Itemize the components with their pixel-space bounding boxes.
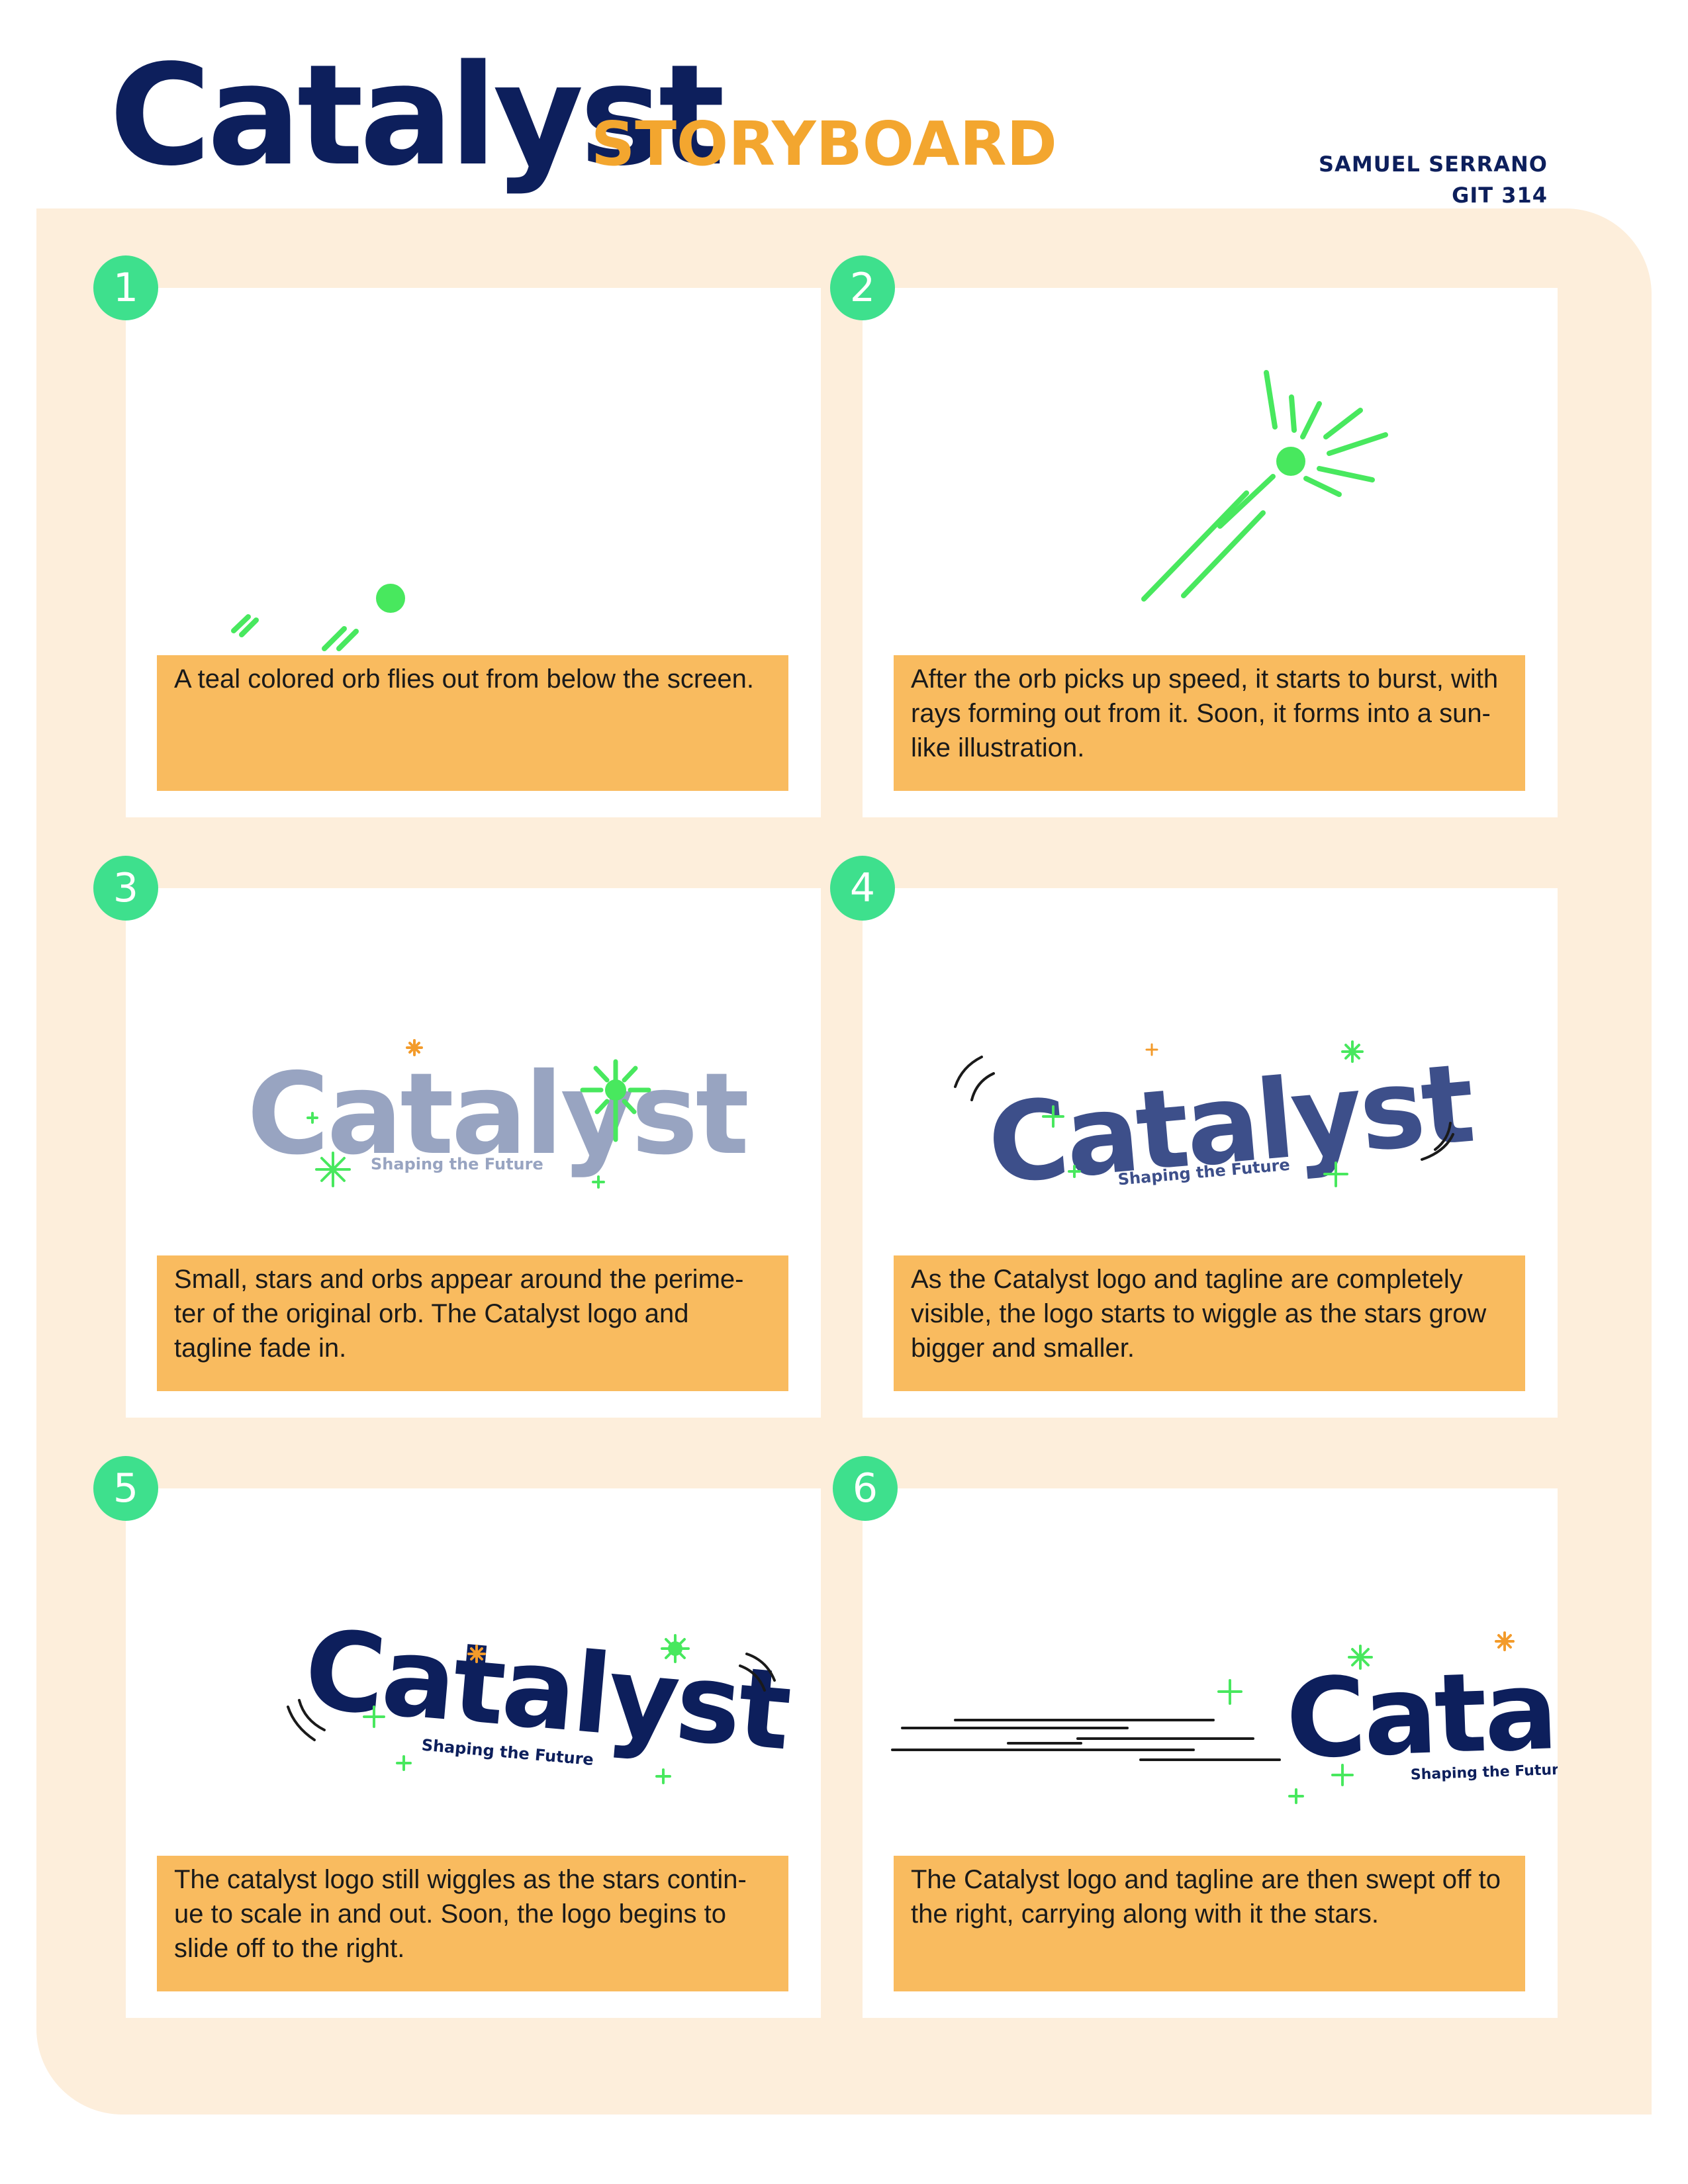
panel-6: Catal Shaping the Future The Catalyst lo… <box>863 1488 1558 2018</box>
panel-4: Catalyst Shaping the Future As the Catal… <box>863 888 1558 1418</box>
panel-2: After the orb picks up speed, it starts … <box>863 288 1558 817</box>
orb <box>376 584 405 613</box>
panel-6-number-badge: 6 <box>833 1456 898 1521</box>
motion-lines <box>891 1719 1281 1761</box>
panel-5: Catalyst Shaping the Future The catalyst… <box>126 1488 821 2018</box>
panel-5-number-badge: 5 <box>93 1456 158 1521</box>
star-orange-icon <box>467 1645 486 1663</box>
panel-5-caption: The catalyst logo still wiggles as the s… <box>157 1856 788 1991</box>
logo-wordmark-partial: Catal <box>1284 1645 1558 1783</box>
star-orange-icon <box>406 1039 423 1056</box>
sun-orb <box>605 1079 626 1101</box>
panel-3-number-badge: 3 <box>93 856 158 921</box>
page-subtitle: STORYBOARD <box>591 109 1057 179</box>
star-orange-icon <box>1145 1043 1158 1056</box>
author-name: SAMUEL SERRANO <box>1319 152 1548 177</box>
panel-1-number-badge: 1 <box>93 255 158 320</box>
panel-3-caption: Small, stars and orbs appear around the … <box>157 1255 788 1391</box>
star-orange-icon <box>1495 1631 1515 1651</box>
panel-4-number-badge: 4 <box>830 856 895 921</box>
panel-6-caption: The Catalyst logo and tagline are then s… <box>894 1856 1525 1991</box>
orb-trail <box>231 614 259 637</box>
orb <box>668 1641 682 1656</box>
panel-2-caption: After the orb picks up speed, it starts … <box>894 655 1525 791</box>
panel-3: Catalyst Shaping the Future Small, stars… <box>126 888 821 1418</box>
panel-4-caption: As the Catalyst logo and tagline are com… <box>894 1255 1525 1391</box>
logo-wordmark: Catalyst <box>983 1040 1477 1208</box>
burst-rays <box>1264 370 1388 497</box>
course-code: GIT 314 <box>1452 183 1548 208</box>
panel-1-caption: A teal colored orb flies out from below … <box>157 655 788 791</box>
orb-trail-left <box>322 626 359 651</box>
author-block: SAMUEL SERRANO GIT 314 <box>1319 149 1548 211</box>
orb-speed-lines <box>1141 474 1276 602</box>
panel-2-number-badge: 2 <box>830 255 895 320</box>
orb <box>1276 447 1305 476</box>
logo-tagline: Shaping the Future <box>371 1155 543 1173</box>
panel-1: A teal colored orb flies out from below … <box>126 288 821 817</box>
